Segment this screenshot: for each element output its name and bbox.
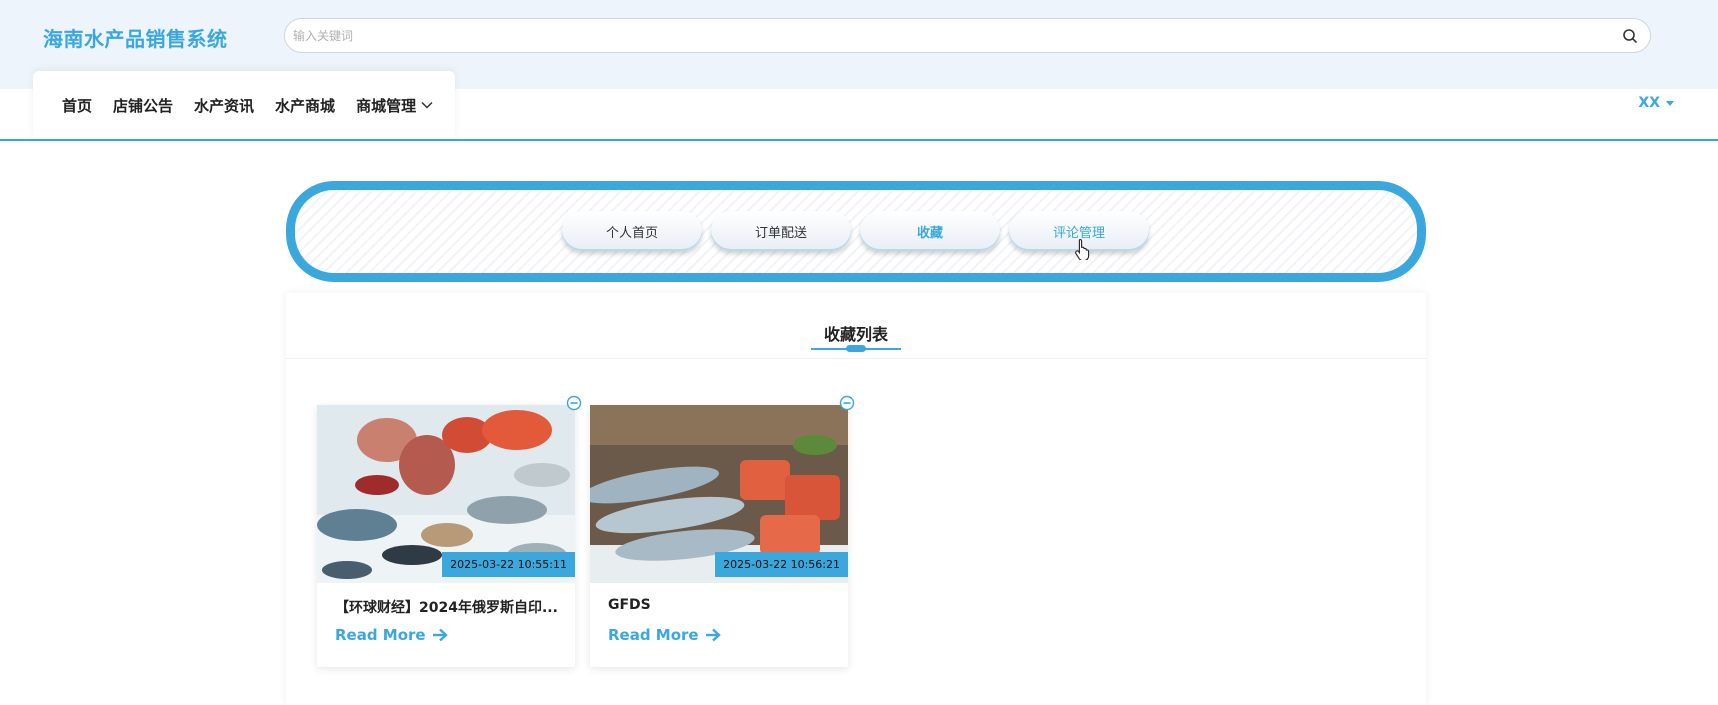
hand-cursor-icon xyxy=(1075,238,1090,260)
panel-header: 收藏列表 xyxy=(286,293,1426,359)
favorite-thumbnail[interactable]: 2025-03-22 10:56:21 xyxy=(590,405,848,583)
favorite-thumbnail[interactable]: 2025-03-22 10:55:11 xyxy=(317,405,575,583)
read-more-link[interactable]: Read More xyxy=(608,626,721,644)
remove-favorite-icon[interactable] xyxy=(566,395,582,411)
search-box[interactable] xyxy=(284,18,1651,53)
nav-item-mall-manage-label: 商城管理 xyxy=(356,96,417,115)
favorite-title[interactable]: 【环球财经】2024年俄罗斯自印... xyxy=(335,597,560,617)
read-more-label: Read More xyxy=(335,626,426,644)
favorites-panel: 收藏列表 2025-03-22 10:55:11 【环球财经】2024年俄罗斯自… xyxy=(286,293,1426,705)
favorite-date: 2025-03-22 10:55:11 xyxy=(442,552,575,577)
arrow-right-icon xyxy=(705,628,721,642)
favorite-title[interactable]: GFDS xyxy=(608,597,833,613)
panel-title: 收藏列表 xyxy=(823,325,888,344)
search-icon[interactable] xyxy=(1622,28,1638,44)
main-nav: 首页 店铺公告 水产资讯 水产商城 商城管理 xyxy=(33,71,455,139)
tab-favorites[interactable]: 收藏 xyxy=(860,211,1000,251)
read-more-link[interactable]: Read More xyxy=(335,626,448,644)
brand-title[interactable]: 海南水产品销售系统 xyxy=(43,23,228,52)
nav-item-home[interactable]: 首页 xyxy=(62,95,92,116)
favorite-date: 2025-03-22 10:56:21 xyxy=(715,552,848,577)
search-input[interactable] xyxy=(285,19,1585,52)
arrow-right-icon xyxy=(432,628,448,642)
favorite-card[interactable]: 2025-03-22 10:55:11 【环球财经】2024年俄罗斯自印... … xyxy=(317,405,575,667)
user-menu[interactable]: XX xyxy=(1638,95,1674,111)
tab-profile[interactable]: 个人首页 xyxy=(562,211,702,251)
read-more-label: Read More xyxy=(608,626,699,644)
nav-item-mall-manage[interactable]: 商城管理 xyxy=(356,95,433,116)
caret-down-icon xyxy=(1666,100,1674,106)
tab-orders[interactable]: 订单配送 xyxy=(711,211,851,251)
remove-favorite-icon[interactable] xyxy=(839,395,855,411)
title-underline-dot xyxy=(846,345,866,352)
center-tabs: 个人首页 订单配送 收藏 评论管理 xyxy=(562,211,1149,251)
chevron-down-icon xyxy=(421,101,433,109)
favorite-card[interactable]: 2025-03-22 10:56:21 GFDS Read More xyxy=(590,405,848,667)
nav-item-news[interactable]: 水产资讯 xyxy=(194,95,254,116)
nav-item-shop[interactable]: 水产商城 xyxy=(275,95,335,116)
user-name: XX xyxy=(1638,95,1660,111)
nav-item-notice[interactable]: 店铺公告 xyxy=(113,95,173,116)
